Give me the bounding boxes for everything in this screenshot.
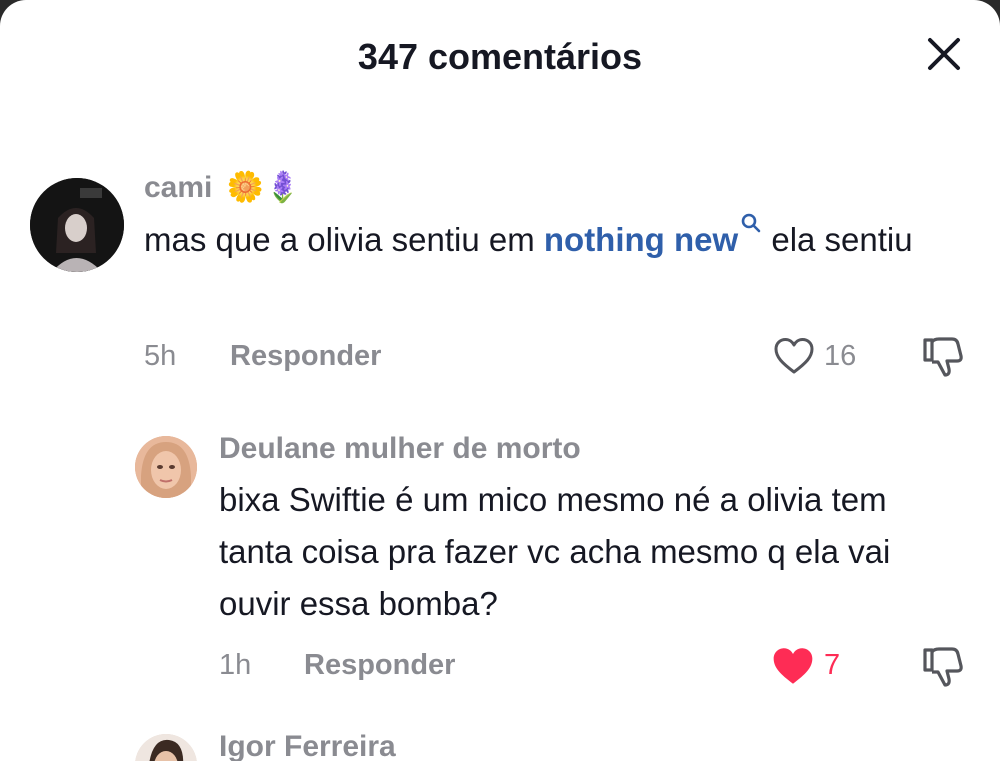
comment-text-before: mas que a olivia sentiu em <box>144 221 535 258</box>
close-button[interactable] <box>922 32 966 76</box>
comment-time: 1h <box>219 649 252 681</box>
comment-username[interactable]: Deulane mulher de morto <box>219 432 581 466</box>
comment-text-after: ela sentiu <box>771 221 913 258</box>
comment-text: mas que a olivia sentiu em nothing new e… <box>144 213 964 266</box>
reply-button[interactable]: Responder <box>304 649 455 682</box>
search-link-text: nothing new <box>543 221 739 258</box>
comments-count-title: 347 comentários <box>357 36 643 77</box>
avatar-image <box>135 436 197 498</box>
username-emoji: 🌼🪻 <box>226 171 302 204</box>
thumbs-down-icon[interactable] <box>918 642 966 690</box>
avatar-cami[interactable] <box>30 178 124 272</box>
like-count: 7 <box>824 649 841 681</box>
comment-username[interactable]: cami 🌼🪻 <box>144 170 301 205</box>
avatar-image <box>30 178 124 272</box>
reply-button[interactable]: Responder <box>230 340 381 373</box>
username-text: cami <box>144 171 213 204</box>
thumbs-down-icon[interactable] <box>918 332 966 380</box>
search-icon <box>741 213 761 233</box>
avatar-igor[interactable] <box>135 734 197 761</box>
heart-filled-icon[interactable] <box>770 645 816 687</box>
close-icon <box>928 38 960 70</box>
avatar-image <box>135 734 197 761</box>
search-link[interactable]: nothing new <box>543 213 762 258</box>
like-count: 16 <box>824 340 857 372</box>
avatar-deulane[interactable] <box>135 436 197 498</box>
heart-outline-icon[interactable] <box>772 336 816 376</box>
comments-sheet: 347 comentários cami 🌼🪻 mas que a olivia… <box>0 0 1000 761</box>
comment-username[interactable]: Igor Ferreira <box>219 730 396 761</box>
comment-text: bixa Swiftie é um mico mesmo né a olivia… <box>219 481 891 622</box>
comment-time: 5h <box>144 340 177 372</box>
